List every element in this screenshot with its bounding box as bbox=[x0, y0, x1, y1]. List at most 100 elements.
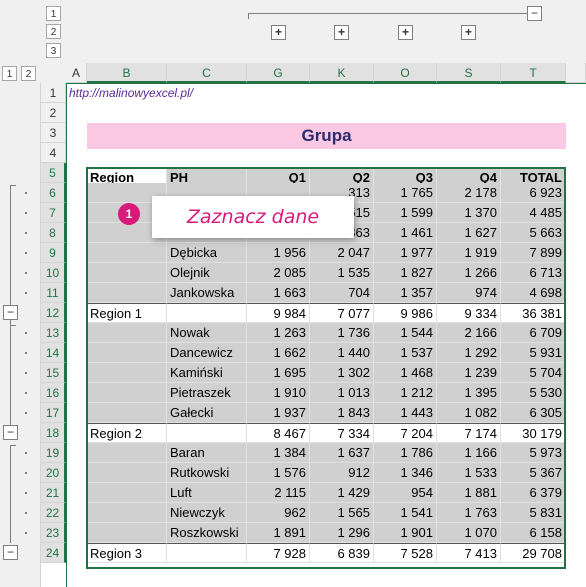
table-cell-q3[interactable]: 1 544 bbox=[374, 323, 437, 343]
row-header-24[interactable]: 24 bbox=[41, 543, 66, 563]
table-cell-q2[interactable]: 1 843 bbox=[310, 403, 374, 423]
row-header-21[interactable]: 21 bbox=[41, 483, 66, 503]
website-link[interactable]: http://malinowyexcel.pl/ bbox=[69, 84, 193, 102]
row-header-23[interactable]: 23 bbox=[41, 523, 66, 543]
expand-column-group-o-button[interactable]: + bbox=[398, 25, 413, 40]
table-cell-q4[interactable]: 1 395 bbox=[437, 383, 501, 403]
table-cell-q1[interactable]: 2 085 bbox=[247, 263, 310, 283]
row-header-12[interactable]: 12 bbox=[41, 303, 66, 323]
table-cell-ph[interactable]: Kamiński bbox=[167, 363, 247, 383]
table-cell-ph[interactable]: Pietraszek bbox=[167, 383, 247, 403]
table-cell-region[interactable] bbox=[87, 363, 167, 383]
subtotal-cell-total[interactable]: 36 381 bbox=[501, 303, 566, 323]
column-header-s[interactable]: S bbox=[437, 63, 501, 83]
table-cell-q3[interactable]: 1 443 bbox=[374, 403, 437, 423]
subtotal-cell-q2[interactable]: 7 334 bbox=[310, 423, 374, 443]
column-header-a[interactable]: A bbox=[66, 63, 87, 83]
table-cell-q4[interactable]: 1 919 bbox=[437, 243, 501, 263]
table-cell-region[interactable] bbox=[87, 263, 167, 283]
table-cell-total[interactable]: 6 713 bbox=[501, 263, 566, 283]
row-header-18[interactable]: 18 bbox=[41, 423, 66, 443]
row-header-2[interactable]: 2 bbox=[41, 103, 66, 123]
table-cell-q3[interactable]: 1 599 bbox=[374, 203, 437, 223]
table-cell-q2[interactable]: 1 013 bbox=[310, 383, 374, 403]
table-cell-q1[interactable]: 1 662 bbox=[247, 343, 310, 363]
subtotal-cell-q3[interactable]: 7 528 bbox=[374, 543, 437, 563]
table-cell-q1[interactable]: 962 bbox=[247, 503, 310, 523]
expand-column-group-s-button[interactable]: + bbox=[461, 25, 476, 40]
table-cell-region[interactable] bbox=[87, 243, 167, 263]
table-cell-q3[interactable]: 1 461 bbox=[374, 223, 437, 243]
table-cell-q4[interactable]: 1 627 bbox=[437, 223, 501, 243]
table-cell-region[interactable] bbox=[87, 383, 167, 403]
table-cell-total[interactable]: 6 305 bbox=[501, 403, 566, 423]
col-outline-level-3-button[interactable]: 3 bbox=[46, 43, 61, 58]
table-cell-q2[interactable]: 1 535 bbox=[310, 263, 374, 283]
table-cell-region[interactable] bbox=[87, 403, 167, 423]
table-cell-region[interactable] bbox=[87, 523, 167, 543]
table-cell-total[interactable]: 6 158 bbox=[501, 523, 566, 543]
row-outline-level-1-button[interactable]: 1 bbox=[2, 66, 17, 81]
column-header-b[interactable]: B bbox=[87, 63, 167, 83]
row-header-22[interactable]: 22 bbox=[41, 503, 66, 523]
collapse-row-group-button[interactable]: − bbox=[3, 425, 18, 440]
table-cell-region[interactable] bbox=[87, 503, 167, 523]
col-outline-level-2-button[interactable]: 2 bbox=[46, 24, 61, 39]
table-cell-q3[interactable]: 1 357 bbox=[374, 283, 437, 303]
table-cell-q2[interactable]: 1 440 bbox=[310, 343, 374, 363]
table-cell-total[interactable]: 5 831 bbox=[501, 503, 566, 523]
table-cell-total[interactable]: 5 931 bbox=[501, 343, 566, 363]
row-header-20[interactable]: 20 bbox=[41, 463, 66, 483]
subtotal-cell-q4[interactable]: 7 413 bbox=[437, 543, 501, 563]
table-cell-region[interactable] bbox=[87, 443, 167, 463]
table-cell-ph[interactable]: Dancewicz bbox=[167, 343, 247, 363]
table-cell-q3[interactable]: 1 977 bbox=[374, 243, 437, 263]
table-cell-total[interactable]: 6 379 bbox=[501, 483, 566, 503]
table-cell-q3[interactable]: 1 541 bbox=[374, 503, 437, 523]
table-cell-q1[interactable]: 1 663 bbox=[247, 283, 310, 303]
table-cell-ph[interactable]: Olejnik bbox=[167, 263, 247, 283]
table-cell-total[interactable]: 4 485 bbox=[501, 203, 566, 223]
collapse-column-group-button[interactable]: − bbox=[527, 6, 542, 21]
column-header-g[interactable]: G bbox=[247, 63, 310, 83]
subtotal-cell-q4[interactable]: 7 174 bbox=[437, 423, 501, 443]
row-header-16[interactable]: 16 bbox=[41, 383, 66, 403]
table-cell-q2[interactable]: 1 637 bbox=[310, 443, 374, 463]
table-cell-q1[interactable]: 1 263 bbox=[247, 323, 310, 343]
table-cell-q2[interactable]: 2 047 bbox=[310, 243, 374, 263]
row-outline-level-2-button[interactable]: 2 bbox=[21, 66, 36, 81]
row-header-17[interactable]: 17 bbox=[41, 403, 66, 423]
row-header-7[interactable]: 7 bbox=[41, 203, 66, 223]
table-cell-q1[interactable]: 1 695 bbox=[247, 363, 310, 383]
subtotal-cell-q1[interactable]: 9 984 bbox=[247, 303, 310, 323]
table-cell-q2[interactable]: 1 296 bbox=[310, 523, 374, 543]
table-cell-q3[interactable]: 1 901 bbox=[374, 523, 437, 543]
expand-column-group-g-button[interactable]: + bbox=[271, 25, 286, 40]
column-header-c[interactable]: C bbox=[167, 63, 247, 83]
table-cell-total[interactable]: 5 704 bbox=[501, 363, 566, 383]
table-cell-q2[interactable]: 1 565 bbox=[310, 503, 374, 523]
row-header-8[interactable]: 8 bbox=[41, 223, 66, 243]
subtotal-cell-total[interactable]: 29 708 bbox=[501, 543, 566, 563]
table-cell-ph[interactable]: Gałecki bbox=[167, 403, 247, 423]
collapse-row-group-button[interactable]: − bbox=[3, 545, 18, 560]
table-cell-q1[interactable]: 1 891 bbox=[247, 523, 310, 543]
table-cell-q1[interactable]: 1 956 bbox=[247, 243, 310, 263]
table-cell-total[interactable]: 6 709 bbox=[501, 323, 566, 343]
subtotal-cell-ph[interactable] bbox=[167, 543, 247, 563]
collapse-row-group-button[interactable]: − bbox=[3, 305, 18, 320]
table-cell-q3[interactable]: 954 bbox=[374, 483, 437, 503]
table-cell-q4[interactable]: 2 178 bbox=[437, 183, 501, 203]
row-header-14[interactable]: 14 bbox=[41, 343, 66, 363]
table-cell-total[interactable]: 5 973 bbox=[501, 443, 566, 463]
table-cell-q4[interactable]: 1 533 bbox=[437, 463, 501, 483]
table-cell-region[interactable] bbox=[87, 463, 167, 483]
row-header-10[interactable]: 10 bbox=[41, 263, 66, 283]
table-cell-q2[interactable]: 1 302 bbox=[310, 363, 374, 383]
column-header-k[interactable]: K bbox=[310, 63, 374, 83]
table-cell-q1[interactable]: 1 910 bbox=[247, 383, 310, 403]
table-cell-total[interactable]: 6 923 bbox=[501, 183, 566, 203]
table-cell-q4[interactable]: 1 266 bbox=[437, 263, 501, 283]
table-cell-ph[interactable]: Niewczyk bbox=[167, 503, 247, 523]
table-cell-q3[interactable]: 1 346 bbox=[374, 463, 437, 483]
